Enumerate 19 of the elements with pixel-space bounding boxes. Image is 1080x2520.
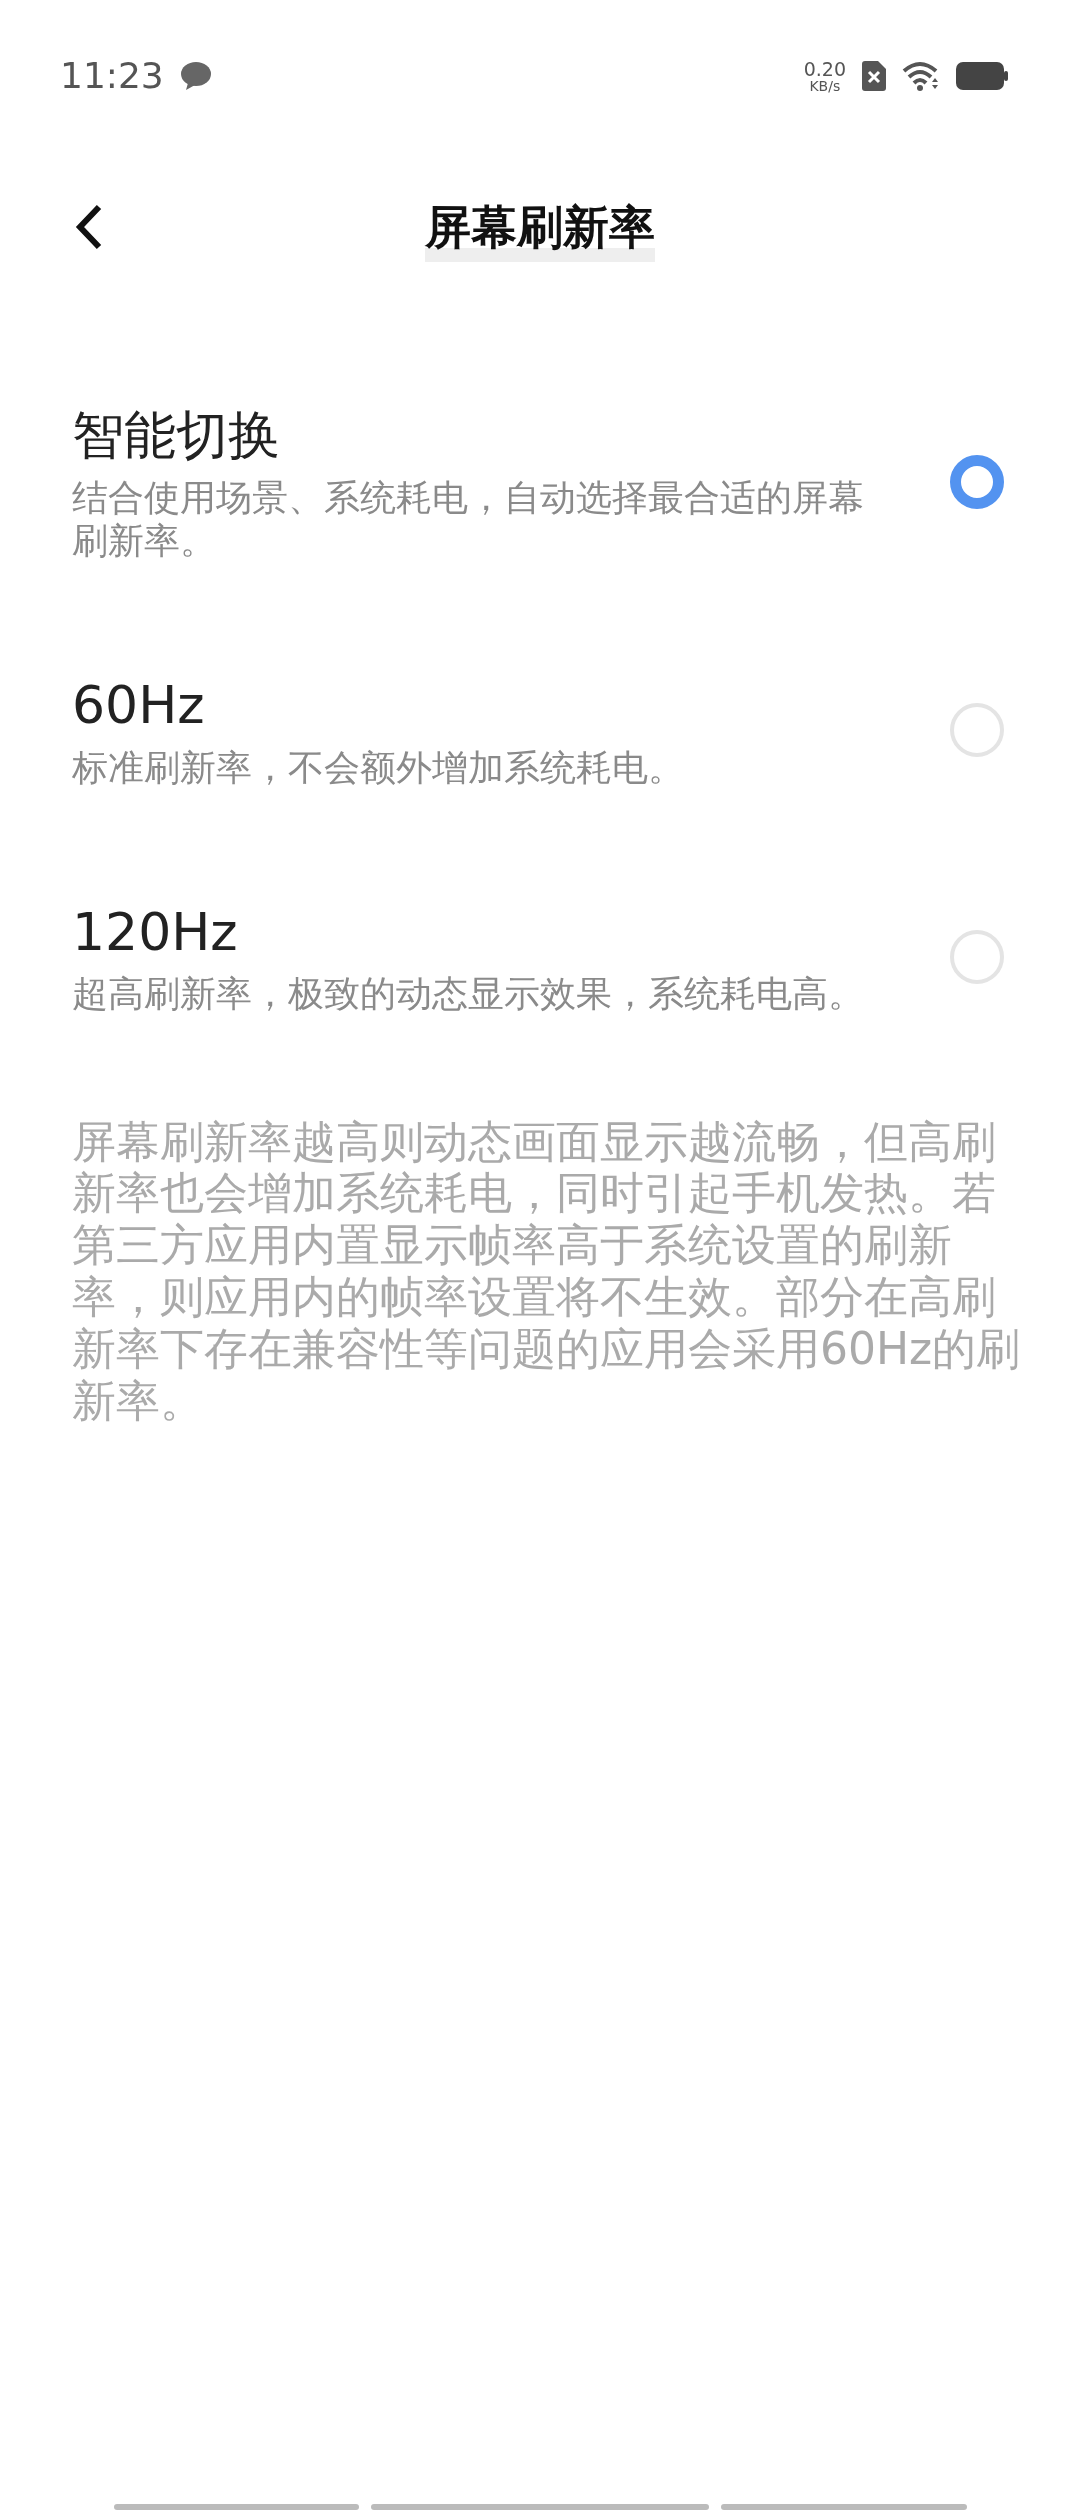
status-time: 11:23 — [60, 54, 164, 98]
info-note: 屏幕刷新率越高则动态画面显示越流畅，但高刷新率也会增加系统耗电，同时引起手机发热。若第三方应用内置显示帧率高于系统设置的刷新率，则应用内的帧率设置将不生效。部分在高刷新率下存在兼容性等问题的应用会采用60Hz的刷新率。 — [71, 1115, 1022, 1427]
back-icon — [74, 203, 104, 251]
option-title: 智能切换 — [72, 404, 281, 467]
no-sim-icon — [862, 61, 886, 91]
network-speed: 0.20 — [803, 59, 846, 79]
radio-button[interactable] — [950, 455, 1004, 509]
battery-icon — [956, 62, 1008, 90]
option-description: 超高刷新率，极致的动态显示效果，系统耗电高。 — [72, 972, 865, 1016]
message-icon — [179, 61, 212, 91]
refresh-option[interactable]: 60Hz 标准刷新率，不会额外增加系统耗电。 — [0, 671, 1080, 789]
option-description: 标准刷新率，不会额外增加系统耗电。 — [72, 745, 685, 789]
speed-unit: KB/s — [809, 78, 841, 93]
refresh-option[interactable]: 智能切换 结合使用场景、系统耗电，自动选择最合适的屏幕刷新率。 — [0, 402, 1080, 562]
option-description: 结合使用场景、系统耗电，自动选择最合适的屏幕刷新率。 — [72, 475, 865, 562]
refresh-option[interactable]: 120Hz 超高刷新率，极致的动态显示效果，系统耗电高。 — [0, 898, 1080, 1016]
option-title: 120Hz — [72, 900, 239, 964]
wifi-icon — [902, 61, 940, 91]
option-title: 60Hz — [72, 673, 206, 737]
